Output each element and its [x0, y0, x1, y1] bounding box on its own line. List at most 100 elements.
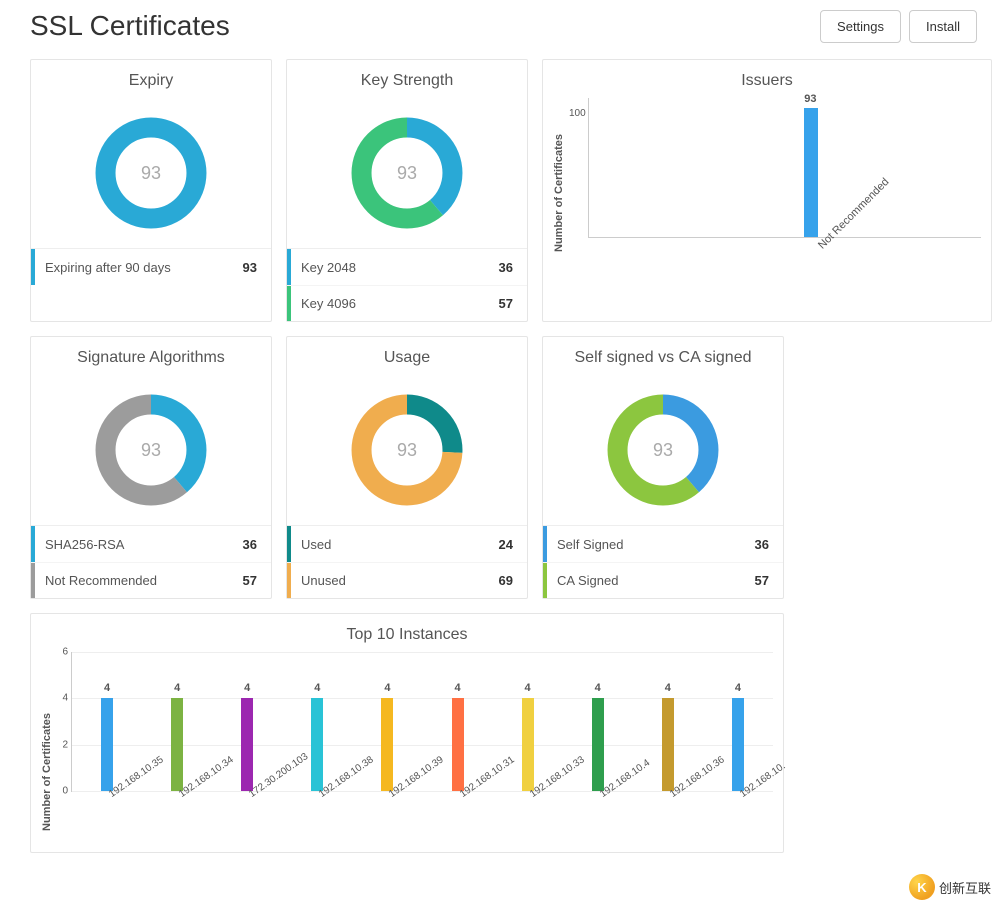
bar-value-label: 4 — [595, 682, 601, 694]
bar-value-label: 4 — [244, 682, 250, 694]
install-button[interactable]: Install — [909, 10, 977, 43]
card-top10: Top 10 Instances Number of Certificates … — [30, 613, 784, 853]
card-title: Signature Algorithms — [31, 337, 271, 375]
watermark-text: 创新互联 — [939, 878, 991, 897]
axis-yticks: 100 — [565, 98, 588, 288]
axis-ylabel: Number of Certificates — [41, 652, 53, 842]
legend-color-bar — [287, 526, 291, 562]
legend-color-bar — [31, 563, 35, 598]
card-title: Key Strength — [287, 60, 527, 98]
top10-plot: 02464192.168.10.354192.168.10.344172.30.… — [71, 652, 773, 792]
donut-center: 93 — [653, 440, 673, 461]
bar-value-label: 93 — [804, 93, 816, 105]
legend-color-bar — [287, 286, 291, 321]
dashboard: Expiry 93 Expiring after 90 days93 Key S… — [0, 49, 997, 853]
legend-label: Unused — [301, 573, 499, 588]
donut-center: 93 — [397, 440, 417, 461]
legend-color-bar — [543, 526, 547, 562]
top10-col[interactable]: 4192.168.10.35 — [72, 652, 142, 791]
top10-bar — [662, 698, 674, 791]
card-sig-algo: Signature Algorithms 93 SHA256-RSA36Not … — [30, 336, 272, 599]
legend-value: 69 — [499, 573, 527, 588]
legend-color-bar — [543, 563, 547, 598]
issuers-chart[interactable]: Number of Certificates 100 93Not Recomme… — [543, 98, 991, 298]
card-signed: Self signed vs CA signed 93 Self Signed3… — [542, 336, 784, 599]
settings-button[interactable]: Settings — [820, 10, 901, 43]
bar-value-label: 4 — [174, 682, 180, 694]
legend-label: Not Recommended — [45, 573, 243, 588]
top10-bar — [522, 698, 534, 791]
bar-value-label: 4 — [665, 682, 671, 694]
card-title: Self signed vs CA signed — [543, 337, 783, 375]
top10-bar — [171, 698, 183, 791]
bar-value-label: 4 — [454, 682, 460, 694]
top10-col[interactable]: 4192.168.10.33 — [493, 652, 563, 791]
card-title: Issuers — [543, 60, 991, 98]
legend-row[interactable]: Unused69 — [287, 562, 527, 598]
donut-center: 93 — [141, 163, 161, 184]
donut-usage[interactable]: 93 — [287, 375, 527, 525]
top10-bar — [241, 698, 253, 791]
legend-value: 93 — [243, 260, 271, 275]
bar-value-label: 4 — [384, 682, 390, 694]
card-usage: Usage 93 Used24Unused69 — [286, 336, 528, 599]
top10-col[interactable]: 4192.168.10.34 — [142, 652, 212, 791]
top10-bar — [452, 698, 464, 791]
legend-row[interactable]: SHA256-RSA36 — [31, 526, 271, 562]
card-issuers: Issuers Number of Certificates 100 93Not… — [542, 59, 992, 322]
top10-col[interactable]: 4172.30.200.103 — [212, 652, 282, 791]
legend-row[interactable]: Key 409657 — [287, 285, 527, 321]
card-title: Usage — [287, 337, 527, 375]
legend: Used24Unused69 — [287, 525, 527, 598]
top10-col[interactable]: 4192.168.10. — [703, 652, 773, 791]
ytick-label: 2 — [62, 739, 72, 750]
card-title: Expiry — [31, 60, 271, 98]
card-key-strength: Key Strength 93 Key 204836Key 409657 — [286, 59, 528, 322]
donut-signed[interactable]: 93 — [543, 375, 783, 525]
donut-expiry[interactable]: 93 — [31, 98, 271, 248]
legend-row[interactable]: CA Signed57 — [543, 562, 783, 598]
legend-value: 57 — [499, 296, 527, 311]
legend-row[interactable]: Used24 — [287, 526, 527, 562]
card-expiry: Expiry 93 Expiring after 90 days93 — [30, 59, 272, 322]
legend: SHA256-RSA36Not Recommended57 — [31, 525, 271, 598]
donut-sig-algo[interactable]: 93 — [31, 375, 271, 525]
legend-row[interactable]: Key 204836 — [287, 249, 527, 285]
bar-value-label: 4 — [525, 682, 531, 694]
legend-color-bar — [287, 563, 291, 598]
legend-value: 36 — [243, 537, 271, 552]
bar-value-label: 4 — [735, 682, 741, 694]
legend: Expiring after 90 days93 — [31, 248, 271, 285]
top10-bar — [311, 698, 323, 791]
top10-bar — [592, 698, 604, 791]
legend-color-bar — [287, 249, 291, 285]
ytick-label: 4 — [62, 693, 72, 704]
donut-center: 93 — [141, 440, 161, 461]
legend-row[interactable]: Not Recommended57 — [31, 562, 271, 598]
header-buttons: Settings Install — [820, 10, 977, 43]
bar-x-label: 192.168.10. — [738, 761, 788, 800]
card-title: Top 10 Instances — [31, 614, 783, 652]
legend-value: 24 — [499, 537, 527, 552]
legend: Key 204836Key 409657 — [287, 248, 527, 321]
top10-bar — [101, 698, 113, 791]
legend-label: Self Signed — [557, 537, 755, 552]
top10-chart[interactable]: Number of Certificates 02464192.168.10.3… — [31, 652, 783, 852]
issuers-bar[interactable] — [804, 108, 818, 237]
top10-col[interactable]: 4192.168.10.36 — [633, 652, 703, 791]
top10-col[interactable]: 4192.168.10.31 — [422, 652, 492, 791]
top10-col[interactable]: 4192.168.10.38 — [282, 652, 352, 791]
donut-key-strength[interactable]: 93 — [287, 98, 527, 248]
legend: Self Signed36CA Signed57 — [543, 525, 783, 598]
issuers-plot: 93Not Recommended — [588, 98, 981, 238]
legend-color-bar — [31, 526, 35, 562]
legend-row[interactable]: Self Signed36 — [543, 526, 783, 562]
top10-col[interactable]: 4192.168.10.4 — [563, 652, 633, 791]
legend-label: Key 4096 — [301, 296, 499, 311]
legend-value: 57 — [243, 573, 271, 588]
top10-col[interactable]: 4192.168.10.39 — [352, 652, 422, 791]
page-header: SSL Certificates Settings Install — [0, 0, 997, 49]
page-title: SSL Certificates — [30, 10, 230, 42]
watermark: K 创新互联 — [909, 874, 991, 900]
legend-row[interactable]: Expiring after 90 days93 — [31, 249, 271, 285]
